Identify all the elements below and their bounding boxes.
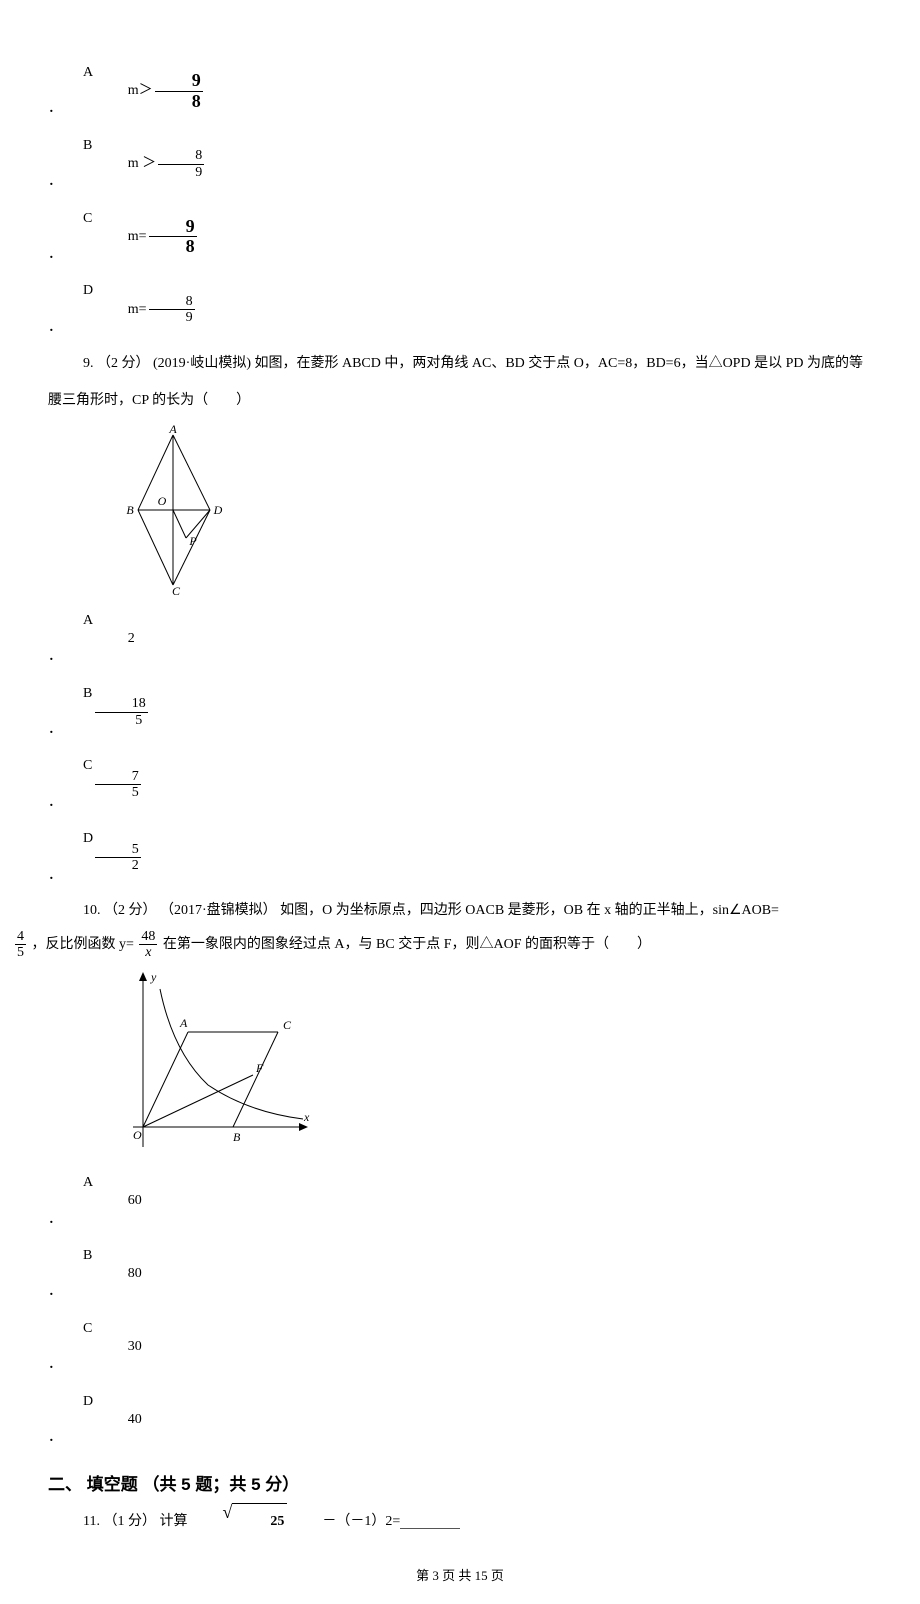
svg-text:C: C <box>283 1018 292 1032</box>
svg-text:B: B <box>233 1130 241 1144</box>
option-label: B ． <box>48 676 93 749</box>
fraction: 18 5 <box>95 696 148 728</box>
option-label: C ． <box>48 748 93 821</box>
fraction: 8 9 <box>149 294 195 326</box>
fraction: 9 8 <box>155 71 203 112</box>
option-text: 60 <box>93 1183 142 1219</box>
option-text: 40 <box>93 1402 142 1438</box>
option-label: A ． <box>48 55 93 128</box>
option-label: C ． <box>48 201 93 274</box>
fraction: 5 2 <box>95 842 141 874</box>
option-label: A ． <box>48 603 93 676</box>
svg-text:B: B <box>126 503 134 517</box>
q10-figure: y x O A C B F <box>118 967 872 1157</box>
q11-line: 11. （1 分） 计算 √ 25 －（－1）2= <box>48 1503 872 1540</box>
svg-text:P: P <box>188 534 197 548</box>
q11-pre: 11. （1 分） 计算 <box>48 1504 187 1540</box>
svg-text:A: A <box>168 425 177 436</box>
answer-blank <box>400 1515 460 1529</box>
q9-option-a: A ． 2 <box>48 603 872 676</box>
option-prefix: m ＞ <box>93 146 156 182</box>
q10-pre: 10. （2 分） （2017·盘锦模拟） 如图，O 为坐标原点，四边形 OAC… <box>83 903 779 918</box>
option-text: 80 <box>93 1256 142 1292</box>
svg-text:C: C <box>172 584 181 595</box>
option-label: D ． <box>48 821 93 894</box>
svg-text:x: x <box>303 1110 310 1124</box>
svg-text:O: O <box>158 494 167 508</box>
option-label: D ． <box>48 273 93 346</box>
option-label: B ． <box>48 128 93 201</box>
coord-diagram: y x O A C B F <box>118 967 318 1157</box>
svg-text:O: O <box>133 1128 142 1142</box>
page-footer: 第 3 页 共 15 页 <box>48 1565 872 1584</box>
q10-post: 在第一象限内的图象经过点 A，与 BC 交于点 F，则△AOF 的面积等于（ ） <box>163 937 651 952</box>
option-label: A ． <box>48 1165 93 1238</box>
q10-option-d: D ． 40 <box>48 1384 872 1457</box>
section-2-heading: 二、 填空题 （共 5 题；共 5 分） <box>48 1470 872 1495</box>
fraction: 8 9 <box>158 148 204 180</box>
fraction-sin: 4 5 <box>15 929 26 961</box>
q10-option-a: A ． 60 <box>48 1165 872 1238</box>
option-label: C ． <box>48 1311 93 1384</box>
sqrt-expression: √ 25 <box>187 1503 287 1540</box>
option-label: B ． <box>48 1238 93 1311</box>
svg-text:F: F <box>255 1061 264 1075</box>
svg-text:D: D <box>213 503 223 517</box>
document-page: A ． m＞ 9 8 B ． m ＞ 8 9 C ． m= 9 8 D ． m=… <box>0 0 920 1604</box>
option-prefix: m＞ <box>93 73 153 109</box>
q10-mid: ，反比例函数 y= <box>32 937 138 952</box>
q9-option-c: C ． 7 5 <box>48 748 872 821</box>
option-text: 30 <box>93 1329 142 1365</box>
q8-option-d: D ． m= 8 9 <box>48 273 872 346</box>
fraction-func: 48 x <box>139 929 157 961</box>
radical-sign: √ <box>187 1503 232 1521</box>
option-label: D ． <box>48 1384 93 1457</box>
svg-text:y: y <box>150 970 157 984</box>
option-prefix: m= <box>93 219 147 255</box>
q9-option-b: B ． 18 5 <box>48 676 872 749</box>
fraction: 7 5 <box>95 769 141 801</box>
q9-option-d: D ． 5 2 <box>48 821 872 894</box>
q10-stem: 10. （2 分） （2017·盘锦模拟） 如图，O 为坐标原点，四边形 OAC… <box>48 894 872 961</box>
q10-option-c: C ． 30 <box>48 1311 872 1384</box>
q8-option-c: C ． m= 9 8 <box>48 201 872 274</box>
svg-text:A: A <box>179 1016 188 1030</box>
q10-option-b: B ． 80 <box>48 1238 872 1311</box>
q9-figure: A B C D O P <box>118 425 872 595</box>
fraction: 9 8 <box>149 217 197 258</box>
q11-post: －（－1）2= <box>287 1504 400 1540</box>
q8-option-b: B ． m ＞ 8 9 <box>48 128 872 201</box>
option-text: 2 <box>93 621 135 657</box>
rhombus-diagram: A B C D O P <box>118 425 228 595</box>
option-prefix: m= <box>93 292 147 328</box>
q9-stem: 9. （2 分） (2019·岐山模拟) 如图，在菱形 ABCD 中，两对角线 … <box>48 346 872 419</box>
q8-option-a: A ． m＞ 9 8 <box>48 55 872 128</box>
